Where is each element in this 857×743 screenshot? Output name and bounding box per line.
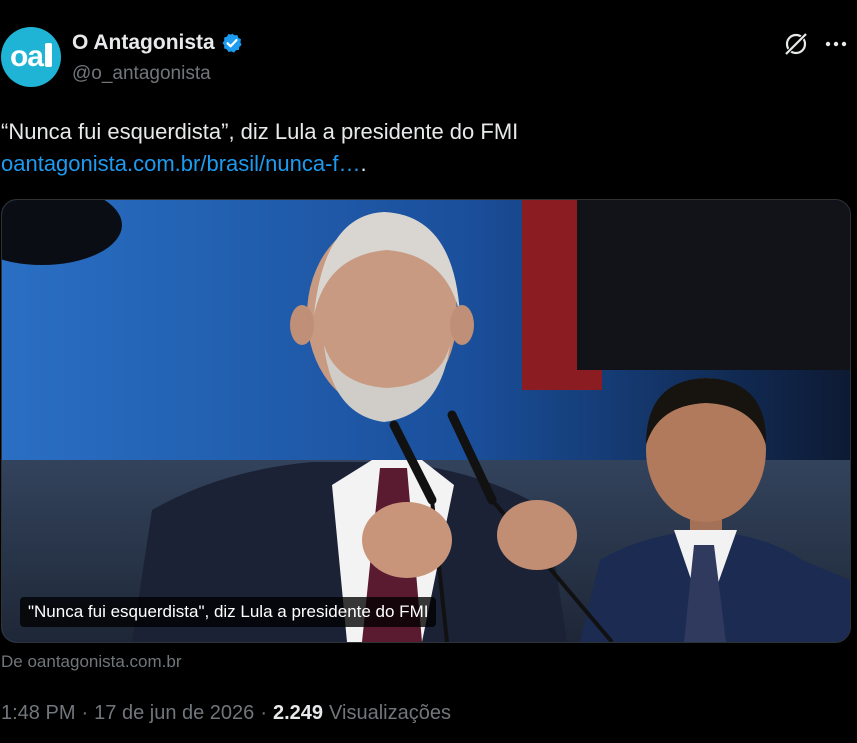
views-label: Visualizações	[329, 702, 451, 724]
name-row: O Antagonista	[72, 31, 243, 55]
tweet-time[interactable]: 1:48 PM	[1, 702, 75, 725]
tweet-date[interactable]: 17 de jun de 2026	[94, 702, 254, 725]
tweet-meta: 1:48 PM · 17 de jun de 2026 · 2.249 Visu…	[1, 702, 451, 725]
card-caption: "Nunca fui esquerdista", diz Lula a pres…	[20, 597, 437, 627]
tweet-header: oa O Antagonista @o_antagonista	[0, 26, 857, 88]
card-source[interactable]: De oantagonista.com.br	[1, 652, 182, 672]
link-card[interactable]: "Nunca fui esquerdista", diz Lula a pres…	[1, 199, 851, 643]
display-name[interactable]: O Antagonista	[72, 31, 215, 55]
avatar-text: oa	[9, 40, 44, 73]
meta-separator: ·	[81, 702, 89, 724]
tweet-text: “Nunca fui esquerdista”, diz Lula a pres…	[1, 116, 518, 180]
avatar[interactable]: oa	[1, 27, 61, 87]
grok-icon[interactable]	[783, 31, 809, 57]
views-count: 2.249	[272, 702, 324, 724]
tweet-link-tail: .	[360, 151, 367, 176]
tweet: oa O Antagonista @o_antagonista “Nunca f…	[0, 0, 857, 743]
card-image	[2, 200, 850, 642]
author-handle[interactable]: @o_antagonista	[72, 63, 211, 85]
verified-badge-icon	[222, 33, 242, 53]
meta-separator: ·	[260, 702, 267, 724]
tweet-link[interactable]: oantagonista.com.br/brasil/nunca-f…	[1, 151, 361, 176]
more-horizontal-icon[interactable]	[823, 34, 849, 54]
tweet-body: “Nunca fui esquerdista”, diz Lula a pres…	[1, 119, 519, 144]
